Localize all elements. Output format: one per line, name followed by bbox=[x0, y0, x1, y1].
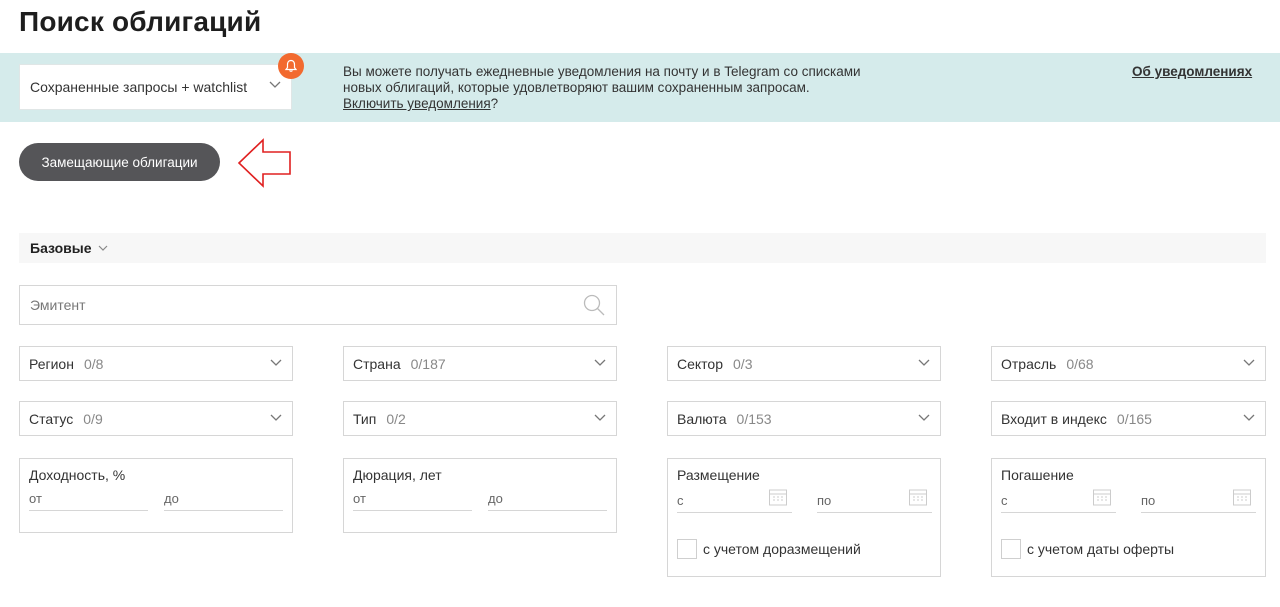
status-label: Статус bbox=[29, 410, 74, 427]
status-filter[interactable]: Статус 0/9 bbox=[19, 401, 293, 436]
index-label: Входит в индекс bbox=[1001, 410, 1107, 427]
placement-label: Размещение bbox=[677, 467, 760, 483]
yield-from-placeholder: от bbox=[29, 491, 42, 506]
index-filter[interactable]: Входит в индекс 0/165 bbox=[991, 401, 1266, 436]
industry-label: Отрасль bbox=[1001, 355, 1057, 372]
chevron-down-icon bbox=[1243, 359, 1255, 366]
additional-placements-label: с учетом доразмещений bbox=[703, 541, 861, 557]
sector-label: Сектор bbox=[677, 355, 724, 372]
type-filter[interactable]: Тип 0/2 bbox=[343, 401, 617, 436]
duration-label: Дюрация, лет bbox=[353, 467, 442, 483]
notification-text: Вы можете получать ежедневные уведомлени… bbox=[343, 64, 903, 112]
yield-to-placeholder: до bbox=[164, 491, 179, 506]
notification-line-1: Вы можете получать ежедневные уведомлени… bbox=[343, 64, 861, 79]
saved-queries-label: Сохраненные запросы + watchlist bbox=[30, 79, 248, 95]
region-label: Регион bbox=[29, 355, 74, 372]
placement-from-placeholder: с bbox=[677, 493, 684, 508]
chevron-down-icon bbox=[98, 245, 107, 251]
maturity-from-placeholder: с bbox=[1001, 493, 1008, 508]
maturity-from-input[interactable]: с bbox=[1001, 489, 1116, 513]
calendar-icon[interactable] bbox=[1232, 487, 1252, 507]
chevron-down-icon bbox=[270, 359, 282, 366]
checkbox[interactable] bbox=[1001, 539, 1021, 559]
chevron-down-icon bbox=[918, 414, 930, 421]
notification-line-2: новых облигаций, которые удовлетворяют в… bbox=[343, 80, 810, 95]
chevron-down-icon bbox=[594, 414, 606, 421]
industry-count: 0/68 bbox=[1066, 355, 1094, 372]
region-count: 0/8 bbox=[83, 355, 104, 372]
duration-from-placeholder: от bbox=[353, 491, 366, 506]
duration-from-input[interactable]: от bbox=[353, 491, 472, 511]
offer-date-checkbox[interactable]: с учетом даты оферты bbox=[1001, 539, 1174, 559]
saved-queries-select[interactable]: Сохраненные запросы + watchlist bbox=[19, 64, 292, 110]
calendar-icon[interactable] bbox=[908, 487, 928, 507]
chevron-down-icon bbox=[269, 81, 281, 88]
maturity-range: Погашение с по с учетом даты оферты bbox=[991, 458, 1266, 577]
currency-count: 0/153 bbox=[736, 410, 772, 427]
chevron-down-icon bbox=[918, 359, 930, 366]
status-count: 0/9 bbox=[83, 410, 103, 427]
placement-from-input[interactable]: с bbox=[677, 489, 792, 513]
sector-count: 0/3 bbox=[733, 355, 753, 372]
chevron-down-icon bbox=[1243, 414, 1255, 421]
maturity-label: Погашение bbox=[1001, 467, 1074, 483]
calendar-icon[interactable] bbox=[1092, 487, 1112, 507]
duration-range: Дюрация, лет от до bbox=[343, 458, 617, 533]
country-label: Страна bbox=[353, 355, 401, 372]
section-basic-toggle[interactable]: Базовые bbox=[19, 233, 1266, 263]
duration-to-placeholder: до bbox=[488, 491, 503, 506]
search-icon[interactable] bbox=[582, 293, 606, 317]
additional-placements-checkbox[interactable]: с учетом доразмещений bbox=[677, 539, 861, 559]
section-basic-label: Базовые bbox=[30, 240, 92, 256]
country-count: 0/187 bbox=[410, 355, 446, 372]
replacement-bonds-button[interactable]: Замещающие облигации bbox=[19, 143, 220, 181]
placement-range: Размещение с по с учетом доразмещений bbox=[667, 458, 941, 577]
arrow-left-icon bbox=[237, 138, 291, 188]
page-title: Поиск облигаций bbox=[19, 6, 262, 37]
industry-filter[interactable]: Отрасль 0/68 bbox=[991, 346, 1266, 381]
enable-notifications-link[interactable]: Включить уведомления bbox=[343, 96, 491, 111]
maturity-to-input[interactable]: по bbox=[1141, 489, 1256, 513]
about-notifications-link[interactable]: Об уведомлениях bbox=[1132, 64, 1252, 79]
type-count: 0/2 bbox=[386, 410, 406, 427]
country-filter[interactable]: Страна 0/187 bbox=[343, 346, 617, 381]
sector-filter[interactable]: Сектор 0/3 bbox=[667, 346, 941, 381]
placement-to-placeholder: по bbox=[817, 493, 832, 508]
currency-label: Валюта bbox=[677, 410, 727, 427]
index-count: 0/165 bbox=[1116, 410, 1152, 427]
checkbox[interactable] bbox=[677, 539, 697, 559]
enable-suffix: ? bbox=[490, 96, 499, 111]
chevron-down-icon bbox=[594, 359, 606, 366]
type-label: Тип bbox=[353, 410, 377, 427]
maturity-to-placeholder: по bbox=[1141, 493, 1156, 508]
offer-date-label: с учетом даты оферты bbox=[1027, 541, 1175, 557]
yield-range: Доходность, % от до bbox=[19, 458, 293, 533]
chevron-down-icon bbox=[270, 414, 282, 421]
yield-to-input[interactable]: до bbox=[164, 491, 283, 511]
issuer-search-input[interactable]: Эмитент bbox=[19, 285, 617, 325]
bell-icon[interactable] bbox=[278, 53, 304, 79]
issuer-placeholder: Эмитент bbox=[30, 297, 86, 313]
yield-label: Доходность, % bbox=[29, 467, 126, 483]
placement-to-input[interactable]: по bbox=[817, 489, 932, 513]
duration-to-input[interactable]: до bbox=[488, 491, 607, 511]
calendar-icon[interactable] bbox=[768, 487, 788, 507]
region-filter[interactable]: Регион 0/8 bbox=[19, 346, 293, 381]
currency-filter[interactable]: Валюта 0/153 bbox=[667, 401, 941, 436]
yield-from-input[interactable]: от bbox=[29, 491, 148, 511]
